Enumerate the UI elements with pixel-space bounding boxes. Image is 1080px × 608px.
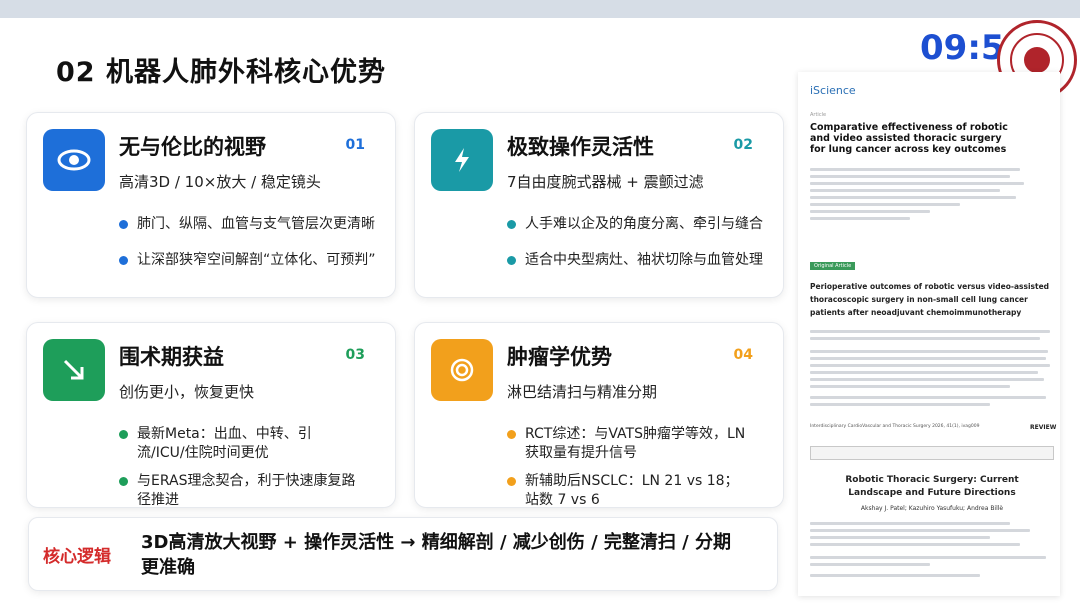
bullet-item: RCT综述：与VATS肿瘤学等效，LN获取量有提升信号	[507, 425, 747, 463]
card-subtitle: 7自由度腕式器械 + 震颤过滤	[507, 173, 704, 191]
paper-3-title: Robotic Thoracic Surgery: Current Landsc…	[845, 475, 1019, 498]
slide-title: 02 机器人肺外科核心优势	[56, 57, 386, 88]
card-number: 04	[733, 347, 753, 363]
top-strip	[0, 0, 1080, 18]
core-logic-box: 核心逻辑 3D高清放大视野 + 操作灵活性 → 精细解剖 / 减少创伤 / 完整…	[28, 517, 778, 591]
card-bullets: 人手难以企及的角度分离、牵引与缝合 适合中央型病灶、袖状切除与血管处理	[507, 215, 789, 287]
bullet-item: 与ERAS理念契合，利于快速康复路径推进	[119, 472, 359, 510]
card-dexterity: 极致操作灵活性 02 7自由度腕式器械 + 震颤过滤 人手难以企及的角度分离、牵…	[414, 112, 784, 298]
article-tag: Article	[810, 112, 827, 118]
card-number: 03	[345, 347, 365, 363]
paper-2-badge: Original Article	[810, 262, 856, 270]
core-logic-label: 核心逻辑	[43, 547, 111, 567]
paper-2-title: Perioperative outcomes of robotic versus…	[810, 282, 1050, 317]
card-bullets: 肺门、纵隔、血管与支气管层次更清晰 让深部狭窄空间解剖“立体化、可预判”	[119, 215, 401, 287]
arrow-down-right-icon	[43, 339, 105, 401]
lightning-icon	[431, 129, 493, 191]
card-bullets: 最新Meta：出血、中转、引流/ICU/住院时间更优 与ERAS理念契合，利于快…	[119, 425, 359, 519]
card-number: 01	[345, 137, 365, 153]
paper-thumbnails: iScience Article Comparative effectivene…	[798, 72, 1060, 596]
paper-2-journal: Interdisciplinary CardioVascular and Tho…	[810, 424, 980, 429]
card-subtitle: 高清3D / 10×放大 / 稳定镜头	[119, 173, 321, 191]
target-icon	[431, 339, 493, 401]
bullet-item: 人手难以企及的角度分离、牵引与缝合	[507, 215, 789, 234]
card-title: 围术期获益	[119, 345, 224, 369]
paper-1-title: Comparative effectiveness of robotic and…	[810, 122, 1008, 155]
paper-3-authors: Akshay J. Patel; Kazuhiro Yasufuku; Andr…	[860, 505, 1004, 512]
bullet-item: 肺门、纵隔、血管与支气管层次更清晰	[119, 215, 401, 234]
card-number: 02	[733, 137, 753, 153]
journal-brand: iScience	[810, 84, 856, 97]
paper-2-review-tag: REVIEW	[1030, 424, 1057, 431]
card-title: 无与伦比的视野	[119, 135, 266, 159]
paper-3-cite-box	[810, 446, 1054, 460]
card-oncology: 肿瘤学优势 04 淋巴结清扫与精准分期 RCT综述：与VATS肿瘤学等效，LN获…	[414, 322, 784, 508]
card-title: 极致操作灵活性	[507, 135, 654, 159]
eye-icon	[43, 129, 105, 191]
bullet-item: 让深部狭窄空间解剖“立体化、可预判”	[119, 251, 401, 270]
card-subtitle: 创伤更小，恢复更快	[119, 383, 255, 401]
card-perioperative: 围术期获益 03 创伤更小，恢复更快 最新Meta：出血、中转、引流/ICU/住…	[26, 322, 396, 508]
card-subtitle: 淋巴结清扫与精准分期	[507, 383, 658, 401]
core-logic-text: 3D高清放大视野 + 操作灵活性 → 精细解剖 / 减少创伤 / 完整清扫 / …	[141, 532, 732, 578]
card-vision: 无与伦比的视野 01 高清3D / 10×放大 / 稳定镜头 肺门、纵隔、血管与…	[26, 112, 396, 298]
bullet-item: 新辅助后NSCLC：LN 21 vs 18；站数 7 vs 6	[507, 472, 747, 510]
bullet-item: 适合中央型病灶、袖状切除与血管处理	[507, 251, 789, 270]
card-title: 肿瘤学优势	[507, 345, 612, 369]
card-bullets: RCT综述：与VATS肿瘤学等效，LN获取量有提升信号 新辅助后NSCLC：LN…	[507, 425, 747, 519]
bullet-item: 最新Meta：出血、中转、引流/ICU/住院时间更优	[119, 425, 359, 463]
